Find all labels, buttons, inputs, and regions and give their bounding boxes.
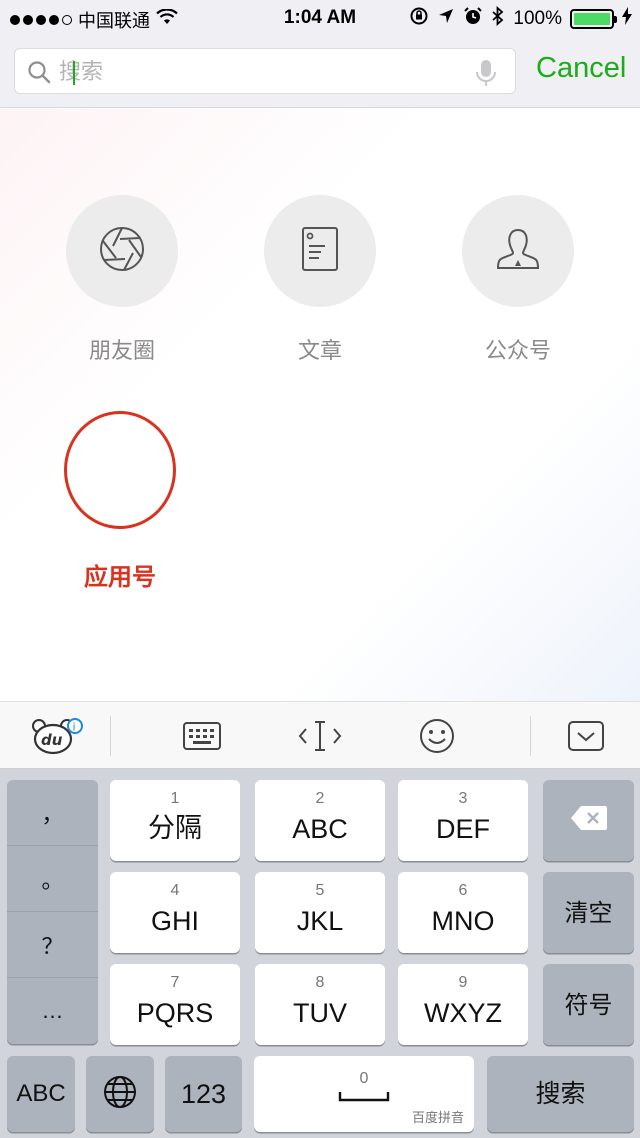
keyboard-icon[interactable] [180, 712, 224, 760]
key-4[interactable]: 4 GHI [110, 872, 240, 953]
key-8[interactable]: 8 TUV [255, 964, 385, 1045]
punctuation-ellipsis-key[interactable]: … [7, 978, 98, 1044]
number-key-label: 123 [180, 1079, 227, 1109]
key-5[interactable]: 5 JKL [255, 872, 385, 953]
space-bar-icon [338, 1088, 390, 1109]
symbol-key-label: 符号 [564, 990, 613, 1019]
key-letters: WXYZ [424, 997, 502, 1028]
emoji-icon[interactable] [416, 712, 458, 760]
keyboard-toolbar: du i [0, 701, 640, 769]
key-number: 1 [170, 789, 180, 807]
key-letters: ABC [292, 813, 348, 844]
key-number: 6 [458, 881, 468, 899]
category-label: 朋友圈 [88, 339, 155, 364]
bluetooth-icon [491, 5, 505, 32]
key-3[interactable]: 3 DEF [398, 780, 528, 861]
key-number: 9 [458, 973, 468, 991]
key-7[interactable]: 7 PQRS [110, 964, 240, 1045]
search-bar[interactable] [14, 48, 516, 94]
cancel-button[interactable]: Cancel [536, 52, 626, 85]
key-9[interactable]: 9 WXYZ [398, 964, 528, 1045]
key-letters: 分隔 [148, 812, 202, 844]
document-icon [301, 226, 339, 277]
punctuation-question-key[interactable]: ？ [7, 912, 98, 978]
official-account-icon [496, 226, 540, 277]
search-header: Cancel [0, 36, 640, 108]
key-1[interactable]: 1 分隔 [110, 780, 240, 861]
location-icon [437, 7, 455, 31]
toolbar-divider [110, 716, 111, 756]
space-key-number: 0 [359, 1069, 369, 1087]
text-cursor [73, 61, 75, 85]
category-icon-circle [66, 195, 178, 307]
camera-aperture-icon [99, 226, 145, 277]
category-app-accounts[interactable]: 应用号 [60, 411, 180, 592]
status-bar: 中国联通 1:04 AM 100% [0, 0, 640, 36]
symbol-key[interactable]: 符号 [543, 964, 634, 1045]
abc-switch-key[interactable]: ABC [7, 1056, 75, 1132]
key-number: 3 [458, 789, 468, 807]
battery-percent: 100% [513, 8, 562, 29]
keyboard: ， 。 ？ … 1 分隔 2 ABC 3 DEF 4 GHI 5 JKL 6 M… [0, 769, 640, 1138]
language-switch-key[interactable] [86, 1056, 154, 1132]
key-letters: MNO [431, 905, 495, 936]
key-number: 8 [315, 973, 325, 991]
search-icon [27, 60, 51, 89]
search-category-panel: 朋友圈 文章 公众号 应用号 [0, 109, 640, 701]
category-icon-circle [264, 195, 376, 307]
category-label: 应用号 [84, 563, 156, 591]
backspace-icon [569, 804, 609, 837]
toolbar-divider [530, 716, 531, 756]
abc-key-label: ABC [16, 1080, 66, 1107]
category-label: 公众号 [484, 339, 551, 364]
category-label: 文章 [297, 339, 342, 364]
number-switch-key[interactable]: 123 [165, 1056, 242, 1132]
space-key[interactable]: 0 百度拼音 [254, 1056, 474, 1132]
category-articles[interactable]: 文章 [260, 195, 380, 365]
cursor-move-icon[interactable] [296, 712, 344, 760]
microphone-icon[interactable] [475, 59, 497, 92]
key-2[interactable]: 2 ABC [255, 780, 385, 861]
clear-key[interactable]: 清空 [543, 872, 634, 953]
key-number: 5 [315, 881, 325, 899]
category-moments[interactable]: 朋友圈 [62, 195, 182, 365]
key-number: 2 [315, 789, 325, 807]
status-right: 100% [409, 5, 632, 32]
punctuation-comma-key[interactable]: ， [7, 780, 98, 846]
baidu-du-logo-icon[interactable]: du i [30, 712, 86, 760]
punctuation-column: ， 。 ？ … [7, 780, 98, 1044]
svg-text:i: i [73, 721, 76, 734]
category-icon-circle [462, 195, 574, 307]
hide-keyboard-icon[interactable] [565, 712, 607, 760]
alarm-icon [463, 6, 483, 32]
search-key[interactable]: 搜索 [487, 1056, 634, 1132]
globe-icon [102, 1074, 138, 1115]
ime-brand-label: 百度拼音 [411, 1111, 464, 1126]
svg-text:du: du [41, 731, 63, 749]
punctuation-period-key[interactable]: 。 [7, 846, 98, 912]
search-input[interactable] [59, 55, 459, 89]
clear-key-label: 清空 [564, 898, 613, 927]
key-letters: GHI [150, 905, 199, 936]
key-letters: JKL [296, 905, 344, 936]
search-key-label: 搜索 [535, 1079, 586, 1108]
highlight-circle [64, 411, 176, 529]
charging-icon [622, 7, 632, 31]
category-official-accounts[interactable]: 公众号 [458, 195, 578, 365]
key-6[interactable]: 6 MNO [398, 872, 528, 953]
key-number: 4 [170, 881, 180, 899]
battery-icon [570, 9, 617, 29]
delete-key[interactable] [543, 780, 634, 861]
key-letters: DEF [436, 813, 490, 844]
rotation-lock-icon [409, 6, 429, 32]
key-letters: TUV [293, 997, 347, 1028]
key-number: 7 [170, 973, 180, 991]
key-letters: PQRS [136, 997, 214, 1028]
